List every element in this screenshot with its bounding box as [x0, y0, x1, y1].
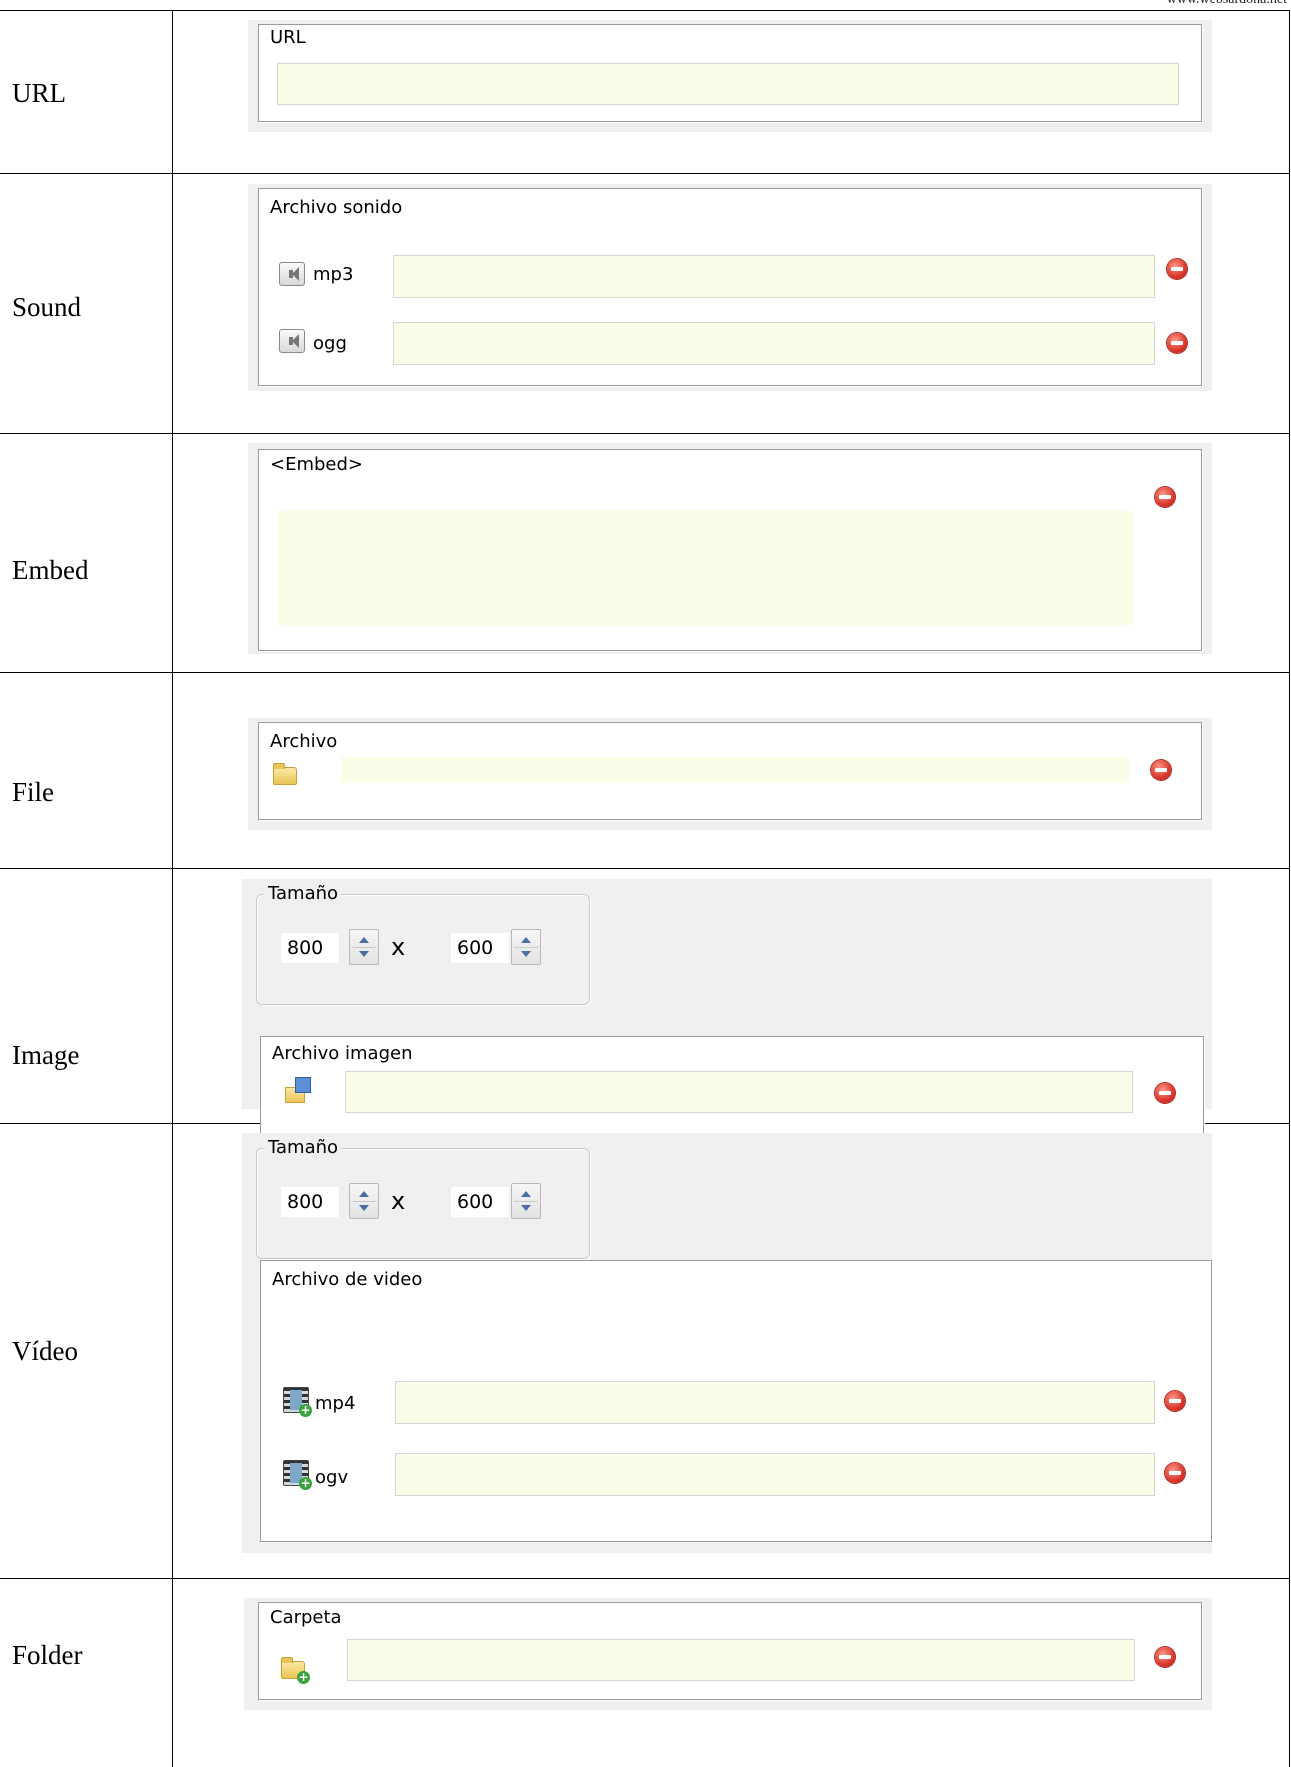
video-height-input[interactable]: 600: [451, 1187, 509, 1217]
folder-group-title: Carpeta: [267, 1607, 345, 1628]
embed-group-title: <Embed>: [267, 454, 366, 475]
sound-group: Archivo sonido mp3 ogg: [258, 188, 1202, 386]
video-size-group: Tamaño 800 x 600: [256, 1137, 590, 1259]
remove-mp4-icon[interactable]: [1165, 1391, 1185, 1411]
film-icon[interactable]: [283, 1387, 312, 1417]
add-folder-icon[interactable]: [281, 1657, 310, 1684]
image-file-group-title: Archivo imagen: [269, 1043, 416, 1064]
row-label-embed: Embed: [12, 555, 89, 585]
table-row-divider: [0, 1578, 1290, 1579]
video-height-stepper[interactable]: [511, 1183, 541, 1219]
table-top-line: [0, 10, 1290, 11]
image-width-input[interactable]: 800: [281, 933, 339, 963]
video-size-title: Tamaño: [265, 1137, 342, 1158]
sound-panel: Archivo sonido mp3 ogg: [248, 184, 1212, 391]
video-file-group-title: Archivo de video: [269, 1269, 426, 1290]
sound-group-title: Archivo sonido: [267, 197, 406, 218]
file-group: Archivo: [258, 722, 1202, 820]
row-label-file: File: [12, 777, 55, 807]
file-input[interactable]: [341, 757, 1129, 783]
image-size-group: Tamaño 800 x 600: [256, 883, 590, 1005]
folder-group: Carpeta: [258, 1602, 1202, 1700]
file-group-title: Archivo: [267, 731, 341, 752]
remove-embed-icon[interactable]: [1155, 487, 1175, 507]
remove-mp3-icon[interactable]: [1167, 259, 1187, 279]
video-width-input[interactable]: 800: [281, 1187, 339, 1217]
folder-icon[interactable]: [273, 763, 297, 785]
mp4-input[interactable]: [395, 1381, 1155, 1424]
embed-group: <Embed>: [258, 449, 1202, 651]
folder-input[interactable]: [347, 1639, 1135, 1681]
url-panel: URL: [248, 20, 1212, 132]
url-group: URL: [258, 24, 1202, 122]
remove-ogg-icon[interactable]: [1167, 333, 1187, 353]
url-input[interactable]: [277, 63, 1179, 105]
ogg-input[interactable]: [393, 322, 1155, 365]
image-height-stepper[interactable]: [511, 929, 541, 965]
row-label-video: Vídeo: [12, 1336, 78, 1366]
mp4-label: mp4: [315, 1393, 356, 1414]
url-group-title: URL: [267, 27, 309, 48]
table-right-border: [1289, 10, 1290, 1767]
image-height-input[interactable]: 600: [451, 933, 509, 963]
image-width-stepper[interactable]: [349, 929, 379, 965]
embed-panel: <Embed>: [248, 443, 1212, 654]
image-size-title: Tamaño: [265, 883, 342, 904]
remove-ogv-icon[interactable]: [1165, 1463, 1185, 1483]
image-file-group: Archivo imagen: [260, 1036, 1204, 1134]
ogg-label: ogg: [313, 333, 347, 354]
remove-file-icon[interactable]: [1151, 760, 1171, 780]
times-sign: x: [391, 1187, 406, 1215]
row-label-sound: Sound: [12, 292, 82, 322]
file-panel: Archivo: [248, 718, 1212, 830]
speaker-icon[interactable]: [279, 329, 305, 353]
mp3-label: mp3: [313, 264, 354, 285]
row-label-folder: Folder: [12, 1640, 83, 1670]
table-row-divider: [0, 672, 1290, 673]
ogv-label: ogv: [315, 1467, 349, 1488]
row-label-image: Image: [12, 1040, 80, 1070]
video-file-group: Archivo de video mp4 ogv: [260, 1260, 1212, 1542]
table-row-divider: [0, 173, 1290, 174]
image-file-input[interactable]: [345, 1071, 1133, 1113]
embed-textarea[interactable]: [277, 511, 1133, 625]
video-width-stepper[interactable]: [349, 1183, 379, 1219]
folder-panel: Carpeta: [244, 1598, 1212, 1710]
ogv-input[interactable]: [395, 1453, 1155, 1496]
table-row-divider: [0, 433, 1290, 434]
watermark: www.websardona.net: [1167, 0, 1287, 8]
row-label-url: URL: [12, 78, 66, 108]
film-icon[interactable]: [283, 1460, 312, 1490]
mp3-input[interactable]: [393, 255, 1155, 298]
image-panel: Tamaño 800 x 600 Archivo imagen: [242, 879, 1212, 1134]
video-panel: Tamaño 800 x 600 Archivo de video mp4 og…: [242, 1133, 1212, 1553]
times-sign: x: [391, 933, 406, 961]
table-column-divider: [172, 10, 173, 1767]
remove-folder-icon[interactable]: [1155, 1647, 1175, 1667]
speaker-icon[interactable]: [279, 262, 305, 286]
table-row-divider: [0, 868, 1290, 869]
remove-image-icon[interactable]: [1155, 1083, 1175, 1103]
image-file-icon[interactable]: [285, 1077, 313, 1105]
